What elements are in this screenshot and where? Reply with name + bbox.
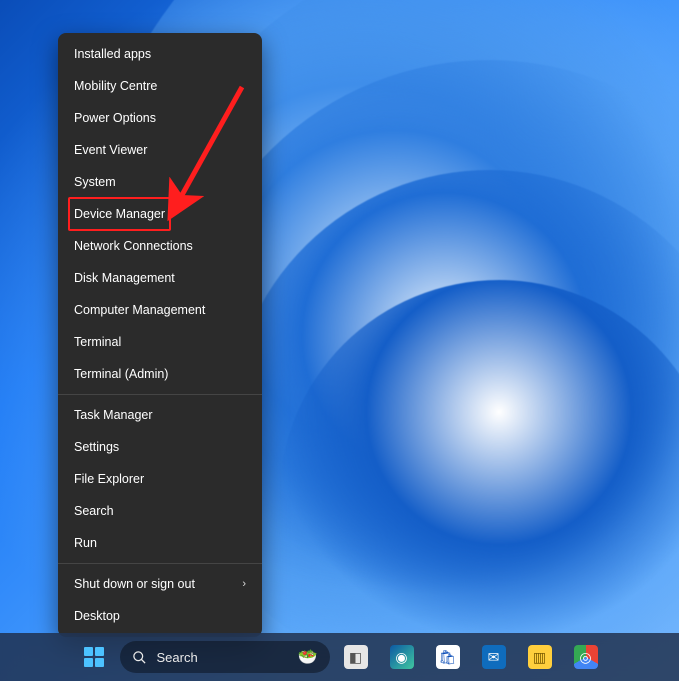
menu-item-settings[interactable]: Settings — [58, 431, 262, 463]
taskbar-app-task-view[interactable]: ◧ — [336, 637, 376, 677]
menu-item-label: Settings — [74, 439, 119, 455]
file-explorer-icon: ▥ — [528, 645, 552, 669]
outlook-icon: ✉ — [482, 645, 506, 669]
taskbar-search[interactable]: Search 🥗 — [120, 637, 330, 677]
menu-item-label: System — [74, 174, 116, 190]
menu-item-shut-down-or-sign-out[interactable]: Shut down or sign out › — [58, 568, 262, 600]
menu-item-search[interactable]: Search — [58, 495, 262, 527]
menu-item-system[interactable]: System — [58, 166, 262, 198]
menu-item-label: Terminal — [74, 334, 121, 350]
chevron-right-icon: › — [242, 576, 246, 592]
taskbar-app-file-explorer[interactable]: ▥ — [520, 637, 560, 677]
taskbar: Search 🥗 ◧ ◉ 🛍 ✉ ▥ ◎ — [0, 633, 679, 681]
menu-item-terminal[interactable]: Terminal — [58, 326, 262, 358]
menu-item-terminal-admin[interactable]: Terminal (Admin) — [58, 358, 262, 390]
menu-item-label: Terminal (Admin) — [74, 366, 168, 382]
microsoft-store-icon: 🛍 — [436, 645, 460, 669]
edge-icon: ◉ — [390, 645, 414, 669]
menu-item-event-viewer[interactable]: Event Viewer — [58, 134, 262, 166]
menu-item-label: Power Options — [74, 110, 156, 126]
menu-item-label: Desktop — [74, 608, 120, 624]
task-view-icon: ◧ — [344, 645, 368, 669]
menu-item-mobility-centre[interactable]: Mobility Centre — [58, 70, 262, 102]
search-decoration-icon: 🥗 — [298, 647, 318, 667]
menu-item-label: File Explorer — [74, 471, 144, 487]
menu-separator — [58, 563, 262, 564]
menu-item-label: Device Manager — [74, 206, 165, 222]
menu-item-label: Search — [74, 503, 114, 519]
menu-item-network-connections[interactable]: Network Connections — [58, 230, 262, 262]
menu-item-label: Mobility Centre — [74, 78, 157, 94]
menu-separator — [58, 394, 262, 395]
menu-item-device-manager[interactable]: Device Manager — [58, 198, 262, 230]
menu-item-power-options[interactable]: Power Options — [58, 102, 262, 134]
menu-item-task-manager[interactable]: Task Manager — [58, 399, 262, 431]
taskbar-app-microsoft-store[interactable]: 🛍 — [428, 637, 468, 677]
menu-item-disk-management[interactable]: Disk Management — [58, 262, 262, 294]
menu-item-file-explorer[interactable]: File Explorer — [58, 463, 262, 495]
windows-logo-icon — [84, 647, 104, 667]
start-button[interactable] — [74, 637, 114, 677]
taskbar-app-edge[interactable]: ◉ — [382, 637, 422, 677]
menu-item-label: Installed apps — [74, 46, 151, 62]
menu-item-label: Event Viewer — [74, 142, 147, 158]
menu-item-installed-apps[interactable]: Installed apps — [58, 38, 262, 70]
winx-context-menu: Installed apps Mobility Centre Power Optio… — [58, 33, 262, 637]
menu-item-label: Task Manager — [74, 407, 153, 423]
search-icon — [132, 650, 147, 665]
menu-item-desktop[interactable]: Desktop — [58, 600, 262, 632]
menu-item-label: Computer Management — [74, 302, 205, 318]
menu-item-label: Network Connections — [74, 238, 193, 254]
menu-item-label: Run — [74, 535, 97, 551]
taskbar-app-outlook[interactable]: ✉ — [474, 637, 514, 677]
search-placeholder: Search — [157, 650, 198, 665]
chrome-icon: ◎ — [574, 645, 598, 669]
menu-item-label: Shut down or sign out — [74, 576, 195, 592]
taskbar-app-chrome[interactable]: ◎ — [566, 637, 606, 677]
menu-item-computer-management[interactable]: Computer Management — [58, 294, 262, 326]
menu-item-run[interactable]: Run — [58, 527, 262, 559]
menu-item-label: Disk Management — [74, 270, 175, 286]
